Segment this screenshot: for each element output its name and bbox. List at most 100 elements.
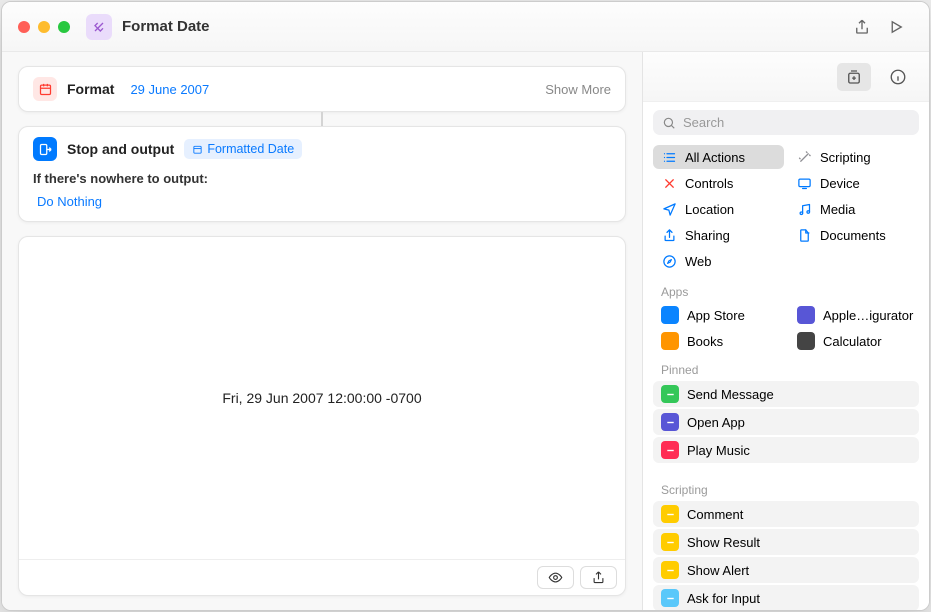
action-icon <box>661 385 679 403</box>
token-label: Formatted Date <box>207 142 294 156</box>
share-result-button[interactable] <box>580 566 617 589</box>
category-label: Media <box>820 202 855 217</box>
connector-line <box>321 112 323 126</box>
safari-icon <box>661 253 677 269</box>
pinned-play-music[interactable]: Play Music <box>653 437 919 463</box>
app-label: Calculator <box>823 334 882 349</box>
action-icon <box>661 505 679 523</box>
category-grid: All Actions Scripting Controls Device Locati… <box>643 143 929 275</box>
formatted-date-token[interactable]: Formatted Date <box>184 139 302 159</box>
category-label: Web <box>685 254 712 269</box>
list-icon <box>661 149 677 165</box>
format-date-param[interactable]: 29 June 2007 <box>124 80 215 99</box>
action-stop-output[interactable]: Stop and output Formatted Date If there'… <box>18 126 626 222</box>
action-label: Comment <box>687 507 743 522</box>
wand-icon <box>796 149 812 165</box>
scripting-section-label: Scripting <box>643 473 929 501</box>
scripting-list: Comment Show Result Show Alert Ask for Inpu… <box>643 501 929 610</box>
close-button[interactable] <box>18 21 30 33</box>
pinned-list: Send Message Open App Play Music <box>643 381 929 473</box>
app-icon <box>661 306 679 324</box>
quick-look-button[interactable] <box>537 566 574 589</box>
action-label: Open App <box>687 415 745 430</box>
category-sharing[interactable]: Sharing <box>653 223 784 247</box>
minimize-button[interactable] <box>38 21 50 33</box>
result-output: Fri, 29 Jun 2007 12:00:00 -0700 <box>222 390 421 406</box>
category-controls[interactable]: Controls <box>653 171 784 195</box>
result-viewer: Fri, 29 Jun 2007 12:00:00 -0700 <box>18 236 626 596</box>
action-icon <box>661 413 679 431</box>
pinned-open-app[interactable]: Open App <box>653 409 919 435</box>
pinned-section-label: Pinned <box>643 353 929 381</box>
exit-icon <box>33 137 57 161</box>
app-icon <box>86 14 112 40</box>
app-label: App Store <box>687 308 745 323</box>
library-sidebar: All Actions Scripting Controls Device Locati… <box>642 52 929 610</box>
action-label: Ask for Input <box>687 591 760 606</box>
device-icon <box>796 175 812 191</box>
app-window: Format Date Format 29 June 2007 Show Mor… <box>1 1 930 611</box>
apps-grid: App Store Apple…igurator Books Calculator <box>643 303 929 353</box>
scripting-show-alert[interactable]: Show Alert <box>653 557 919 583</box>
category-location[interactable]: Location <box>653 197 784 221</box>
category-label: Controls <box>685 176 733 191</box>
show-more-button[interactable]: Show More <box>545 82 611 97</box>
category-label: Scripting <box>820 150 871 165</box>
category-documents[interactable]: Documents <box>788 223 919 247</box>
scripting-ask-for-input[interactable]: Ask for Input <box>653 585 919 610</box>
share-icon <box>661 227 677 243</box>
action-label: Show Result <box>687 535 760 550</box>
app-label: Apple…igurator <box>823 308 913 323</box>
scripting-comment[interactable]: Comment <box>653 501 919 527</box>
category-all-actions[interactable]: All Actions <box>653 145 784 169</box>
app-apple-igurator[interactable]: Apple…igurator <box>789 303 919 327</box>
action-label: Send Message <box>687 387 774 402</box>
do-nothing-option[interactable]: Do Nothing <box>33 192 611 211</box>
app-app-store[interactable]: App Store <box>653 303 783 327</box>
run-button[interactable] <box>879 13 913 41</box>
app-books[interactable]: Books <box>653 329 783 353</box>
action-icon <box>661 561 679 579</box>
calendar-icon <box>33 77 57 101</box>
action-format-date[interactable]: Format 29 June 2007 Show More <box>18 66 626 112</box>
app-icon <box>661 332 679 350</box>
action-label: Play Music <box>687 443 750 458</box>
app-calculator[interactable]: Calculator <box>789 329 919 353</box>
category-label: Sharing <box>685 228 730 243</box>
music-icon <box>796 201 812 217</box>
action-icon <box>661 441 679 459</box>
category-scripting[interactable]: Scripting <box>788 145 919 169</box>
action-label: Show Alert <box>687 563 749 578</box>
library-toggle-button[interactable] <box>837 63 871 91</box>
action-title: Format <box>67 81 114 97</box>
category-label: Location <box>685 202 734 217</box>
app-icon <box>797 332 815 350</box>
action-icon <box>661 533 679 551</box>
nowhere-output-label: If there's nowhere to output: <box>33 171 611 186</box>
category-device[interactable]: Device <box>788 171 919 195</box>
search-input[interactable] <box>683 115 910 130</box>
search-field[interactable] <box>653 110 919 135</box>
category-label: Device <box>820 176 860 191</box>
search-icon <box>662 116 676 130</box>
x-icon <box>661 175 677 191</box>
titlebar: Format Date <box>2 2 929 52</box>
traffic-lights <box>18 21 70 33</box>
info-button[interactable] <box>881 63 915 91</box>
category-label: All Actions <box>685 150 745 165</box>
maximize-button[interactable] <box>58 21 70 33</box>
apps-section-label: Apps <box>643 275 929 303</box>
workflow-canvas: Format 29 June 2007 Show More Stop and o… <box>2 52 642 610</box>
category-label: Documents <box>820 228 886 243</box>
app-label: Books <box>687 334 723 349</box>
doc-icon <box>796 227 812 243</box>
scripting-show-result[interactable]: Show Result <box>653 529 919 555</box>
app-icon <box>797 306 815 324</box>
action-title: Stop and output <box>67 141 174 157</box>
category-media[interactable]: Media <box>788 197 919 221</box>
share-button[interactable] <box>845 13 879 41</box>
pinned-send-message[interactable]: Send Message <box>653 381 919 407</box>
window-title: Format Date <box>122 18 210 35</box>
category-web[interactable]: Web <box>653 249 784 273</box>
action-icon <box>661 589 679 607</box>
